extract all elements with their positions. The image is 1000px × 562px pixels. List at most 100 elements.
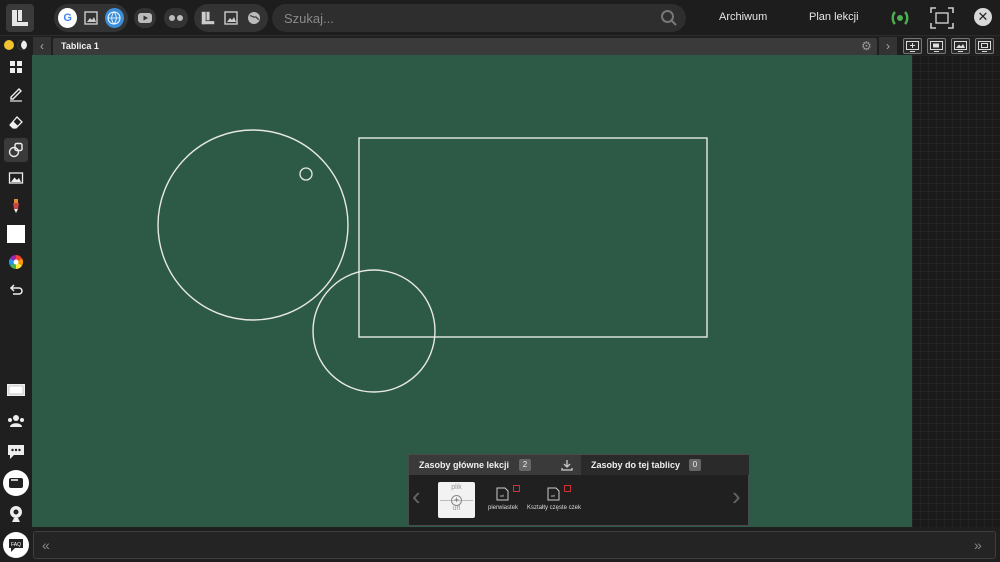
resources-next-arrow[interactable]: ›: [732, 483, 741, 509]
eraser-tool[interactable]: [4, 110, 28, 134]
board-mode-button[interactable]: [3, 470, 29, 496]
chat-icon: [8, 445, 24, 459]
main-resources-label: Zasoby główne lekcji: [419, 460, 510, 470]
color-wheel-icon: [9, 255, 23, 269]
wiki-globe-icon[interactable]: [104, 8, 124, 28]
shapes-tool[interactable]: [4, 138, 28, 162]
board-image-icon: [954, 40, 967, 52]
board-tab[interactable]: Tablica 1 ⚙: [53, 38, 877, 55]
screen-share-button[interactable]: [3, 377, 29, 403]
resource-item[interactable]: url pierwiastek: [475, 485, 531, 521]
add-board-icon: [906, 40, 919, 52]
main-resources-count: 2: [519, 459, 531, 471]
tab-prev-button[interactable]: ‹: [33, 37, 51, 55]
resources-panel: Zasoby główne lekcji 2 Zasoby do tej tab…: [408, 454, 749, 526]
duplicate-board-button[interactable]: [927, 38, 946, 54]
add-url-label: url: [452, 505, 461, 512]
board-settings-icon: [978, 40, 991, 52]
search-engines-group: G: [54, 4, 128, 32]
drawn-circle-medium[interactable]: [312, 269, 436, 393]
delete-resource-icon[interactable]: [513, 485, 520, 492]
add-file-label: plik: [451, 484, 462, 491]
google-icon[interactable]: G: [58, 8, 78, 28]
svg-text:FAQ: FAQ: [11, 542, 21, 548]
color-fill-swatch[interactable]: [4, 222, 28, 246]
search-input[interactable]: [284, 8, 644, 28]
resource-item[interactable]: url Kształty częste czek: [526, 485, 582, 521]
white-swatch-icon: [7, 225, 25, 243]
svg-text:url: url: [500, 493, 505, 498]
image-icon: [8, 172, 24, 184]
theme-switch[interactable]: [4, 40, 27, 50]
dark-theme-icon[interactable]: [17, 40, 27, 50]
close-icon[interactable]: ✕: [974, 8, 992, 26]
flickr-icon[interactable]: [164, 8, 188, 28]
board-resources-label: Zasoby do tej tablicy: [591, 460, 681, 470]
help-faq-button[interactable]: FAQ: [3, 532, 29, 558]
fullscreen-icon[interactable]: [930, 7, 954, 29]
resource-label: Kształty częste czek: [526, 505, 582, 511]
undo-icon: [9, 284, 23, 295]
bottom-prev-icon[interactable]: «: [42, 537, 50, 553]
light-theme-icon[interactable]: [4, 40, 14, 50]
download-icon[interactable]: [561, 459, 573, 471]
undo-tool[interactable]: [4, 278, 28, 302]
board-image-button[interactable]: [951, 38, 970, 54]
globe-icon[interactable]: [245, 8, 264, 28]
svg-text:url: url: [551, 493, 556, 498]
board-tab-title: Tablica 1: [61, 41, 99, 51]
archive-link[interactable]: Archiwum: [719, 11, 767, 23]
bottom-next-icon[interactable]: »: [974, 537, 982, 553]
webcam-button[interactable]: [3, 501, 29, 527]
library-logo-icon[interactable]: [198, 8, 217, 28]
file-icon: url: [547, 487, 560, 501]
color-picker[interactable]: [4, 250, 28, 274]
search-icon[interactable]: [660, 9, 678, 27]
marker-icon: [13, 199, 19, 213]
shapes-icon: [8, 142, 23, 158]
library-group: [194, 4, 268, 32]
gear-icon[interactable]: ⚙: [861, 40, 873, 52]
file-icon: url: [496, 487, 509, 501]
add-resource-button[interactable]: plik + url: [438, 482, 475, 518]
pencil-tool[interactable]: [4, 82, 28, 106]
bottom-bar: « »: [33, 531, 996, 559]
gallery-icon[interactable]: [221, 8, 240, 28]
right-side-area: [912, 55, 1000, 527]
drawn-circle-small[interactable]: [299, 167, 313, 181]
students-button[interactable]: [3, 408, 29, 434]
search-box: [272, 4, 686, 32]
live-broadcast-button[interactable]: [886, 6, 914, 30]
board-tab-bar: ‹ Tablica 1 ⚙ ›: [0, 37, 1000, 55]
resources-prev-arrow[interactable]: ‹: [412, 483, 421, 509]
users-icon: [8, 415, 24, 427]
layout-icon: [10, 61, 22, 73]
drawn-rectangle[interactable]: [358, 137, 708, 338]
faq-icon: FAQ: [9, 539, 23, 552]
logo-icon: [12, 10, 28, 26]
webcam-icon: [10, 506, 22, 522]
app-window: G Szukaj... Archiwum Plan lekcji ✕ ‹ Tab…: [0, 0, 1000, 562]
image-tool[interactable]: [4, 166, 28, 190]
top-bar: G Szukaj... Archiwum Plan lekcji ✕: [0, 0, 1000, 36]
left-toolbar: FAQ: [0, 55, 32, 562]
drawn-circle-large[interactable]: [157, 129, 349, 321]
app-logo[interactable]: [6, 4, 34, 32]
duplicate-board-icon: [930, 40, 943, 52]
chat-button[interactable]: [3, 439, 29, 465]
image-search-icon[interactable]: [81, 8, 100, 28]
pencil-icon: [10, 88, 22, 102]
main-resources-tab[interactable]: Zasoby główne lekcji 2: [409, 455, 581, 475]
marker-tool[interactable]: [4, 194, 28, 218]
tab-next-button[interactable]: ›: [879, 37, 897, 55]
layout-tool[interactable]: [4, 55, 28, 79]
board-resources-tab[interactable]: Zasoby do tej tablicy 0: [581, 455, 749, 475]
broadcast-icon: [891, 11, 909, 25]
resource-label: pierwiastek: [487, 505, 518, 511]
delete-resource-icon[interactable]: [564, 485, 571, 492]
board-resources-count: 0: [689, 459, 701, 471]
youtube-icon[interactable]: [134, 8, 156, 28]
lesson-plan-link[interactable]: Plan lekcji: [809, 11, 859, 23]
board-settings-button[interactable]: [975, 38, 994, 54]
add-board-button[interactable]: [903, 38, 922, 54]
